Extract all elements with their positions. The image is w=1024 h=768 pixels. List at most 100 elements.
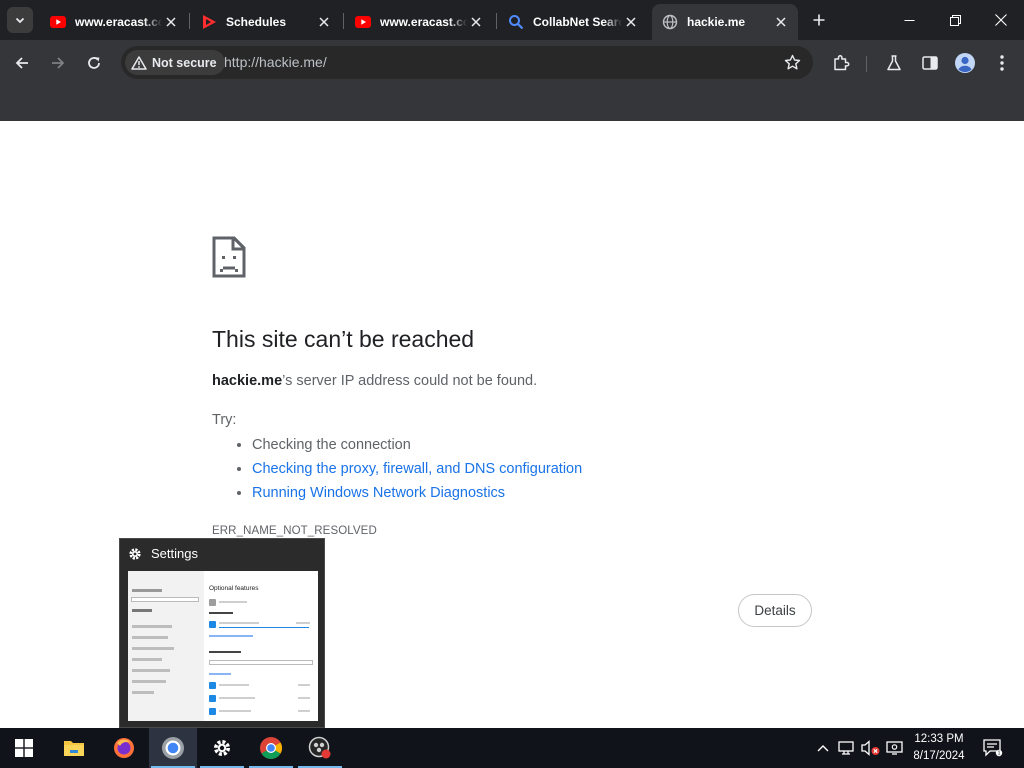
- chrome-icon: [260, 737, 282, 759]
- windows-taskbar: 12:33 PM 8/17/2024 1: [0, 728, 1024, 768]
- thumb-progress: [219, 627, 309, 628]
- suggestion-link[interactable]: Checking the proxy, firewall, and DNS co…: [252, 459, 582, 483]
- obs-icon: [308, 736, 331, 759]
- suggestion-text: Checking the connection: [252, 437, 411, 453]
- youtube-icon: [355, 14, 371, 30]
- taskbar-chrome-canary[interactable]: [149, 728, 197, 768]
- chrome-canary-icon: [162, 737, 184, 759]
- arrow-left-icon: [15, 57, 28, 69]
- volume-status[interactable]: [860, 728, 882, 768]
- menu-kebab-icon[interactable]: [990, 51, 1014, 75]
- svg-text:1: 1: [998, 751, 1001, 757]
- thumb-main: Optional features: [206, 571, 318, 721]
- thumb-icon: [209, 599, 216, 606]
- clock-time: 12:33 PM: [914, 733, 964, 745]
- thumb-line: [298, 710, 310, 712]
- thumb-sidebar-line: [132, 669, 170, 672]
- close-icon[interactable]: [162, 13, 180, 31]
- network-icon: [838, 741, 854, 755]
- thumb-icon: [209, 621, 216, 628]
- warning-icon: [131, 55, 147, 70]
- thumb-icon: [209, 682, 216, 689]
- settings-gear-icon: [214, 740, 230, 756]
- toolbar-divider: [866, 56, 867, 72]
- close-icon[interactable]: [315, 13, 333, 31]
- thumb-sidebar-line: [132, 625, 172, 628]
- thumb-sidebar: [128, 571, 204, 721]
- taskbar-obs[interactable]: [296, 728, 344, 768]
- taskbar-firefox[interactable]: [100, 728, 148, 768]
- thumb-icon: [209, 708, 216, 715]
- tab-title: CollabNet Search: [533, 15, 622, 29]
- suggestion-list: Checking the connection Checking the pro…: [232, 435, 582, 507]
- preview-thumbnail: Optional features: [128, 571, 318, 721]
- profile-avatar-icon[interactable]: [953, 51, 977, 75]
- thumb-sidebar-line: [132, 609, 152, 612]
- thumb-line: [298, 684, 310, 686]
- new-tab-button[interactable]: [808, 9, 830, 31]
- thumb-search-box: [131, 597, 199, 602]
- reload-icon: [88, 57, 100, 69]
- tab-schedules[interactable]: Schedules: [191, 4, 341, 40]
- tray-overflow-chevron[interactable]: [812, 728, 834, 768]
- clock-date: 8/17/2024: [913, 750, 965, 762]
- try-label: Try:: [212, 412, 237, 428]
- taskbar-chrome[interactable]: [247, 728, 295, 768]
- thumb-line: [209, 612, 233, 614]
- security-chip[interactable]: Not secure: [125, 50, 225, 75]
- back-button[interactable]: [8, 49, 36, 77]
- notification-center[interactable]: 1: [980, 728, 1006, 768]
- thumb-line: [219, 601, 247, 603]
- thumb-line: [298, 697, 310, 699]
- taskbar-file-explorer[interactable]: [50, 728, 98, 768]
- labs-flask-icon[interactable]: [882, 51, 906, 75]
- clock[interactable]: 12:33 PM 8/17/2024: [902, 731, 976, 765]
- thumb-line: [219, 710, 251, 712]
- start-button[interactable]: [0, 728, 48, 768]
- restore-icon: [949, 14, 961, 26]
- forward-button[interactable]: [44, 49, 72, 77]
- sad-page-icon: [212, 236, 246, 283]
- chevron-up-icon: [817, 745, 829, 752]
- thumb-line: [209, 673, 231, 675]
- youtube-icon: [50, 14, 66, 30]
- side-panel-icon[interactable]: [918, 51, 942, 75]
- close-window-button[interactable]: [978, 0, 1024, 40]
- extensions-icon[interactable]: [829, 51, 853, 75]
- close-icon: [995, 14, 1007, 26]
- url-text[interactable]: http://hackie.me/: [224, 54, 327, 70]
- thumb-search-box: [209, 660, 313, 665]
- suggestion-link[interactable]: Running Windows Network Diagnostics: [252, 483, 582, 507]
- file-explorer-icon: [64, 741, 84, 756]
- taskbar-settings[interactable]: [198, 728, 246, 768]
- network-status[interactable]: [836, 728, 858, 768]
- tab-collabnet[interactable]: CollabNet Search: [498, 4, 648, 40]
- close-icon[interactable]: [772, 13, 790, 31]
- tab-separator: [343, 13, 344, 29]
- tab-title: www.eracast.com: [75, 15, 162, 29]
- thumb-title: Optional features: [209, 585, 259, 592]
- close-icon[interactable]: [467, 13, 485, 31]
- restore-button[interactable]: [932, 0, 978, 40]
- tab-search-button[interactable]: [7, 7, 33, 33]
- details-button[interactable]: Details: [738, 594, 812, 627]
- tab-title: www.eracast.com: [380, 15, 467, 29]
- thumb-sidebar-line: [132, 658, 162, 661]
- tab-bar: www.eracast.com Schedules www.eracast.co…: [0, 0, 1024, 40]
- settings-window-preview[interactable]: Settings Optional features: [119, 538, 325, 728]
- error-description-text: ’s server IP address could not be found.: [282, 373, 538, 389]
- tab-separator: [189, 13, 190, 29]
- minimize-button[interactable]: [886, 0, 932, 40]
- close-icon[interactable]: [622, 13, 640, 31]
- tab-eracast-1[interactable]: www.eracast.com: [40, 4, 188, 40]
- play-logo-icon: [201, 14, 217, 30]
- tab-eracast-2[interactable]: www.eracast.com: [345, 4, 493, 40]
- suggestion-text[interactable]: Running Windows Network Diagnostics: [252, 485, 505, 501]
- tab-hackie[interactable]: hackie.me: [652, 4, 798, 40]
- windows-start-icon: [15, 739, 33, 757]
- suggestion-text[interactable]: Checking the proxy, firewall, and DNS co…: [252, 461, 582, 477]
- reload-button[interactable]: [80, 49, 108, 77]
- address-bar[interactable]: Not secure http://hackie.me/: [121, 46, 813, 79]
- bookmark-star-icon[interactable]: [784, 54, 801, 71]
- thumb-sidebar-line: [132, 691, 154, 694]
